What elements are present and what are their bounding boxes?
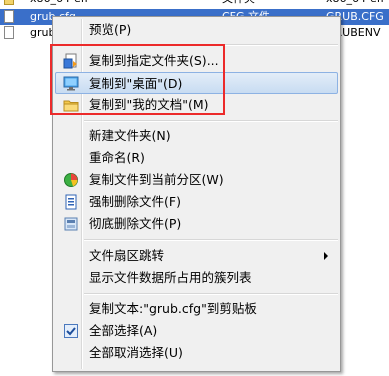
file-name: x86_64-efi bbox=[30, 0, 88, 7]
menu-separator bbox=[84, 239, 338, 241]
menu-item-rename[interactable]: 重命名(R) bbox=[55, 147, 338, 169]
menu-item-label: 重命名(R) bbox=[89, 150, 145, 165]
file-short-name: x86_64-efi bbox=[326, 0, 384, 7]
menu-item-sector-jump[interactable]: 文件扇区跳转 bbox=[55, 245, 338, 267]
menu-item-select-all[interactable]: 全部选择(A) bbox=[55, 320, 338, 342]
menu-separator bbox=[84, 120, 338, 122]
menu-item-deselect-all[interactable]: 全部取消选择(U) bbox=[55, 342, 338, 364]
submenu-arrow-icon bbox=[324, 252, 328, 260]
checkbox-icon bbox=[63, 323, 79, 339]
menu-item-label: 显示文件数据所占用的簇列表 bbox=[89, 270, 252, 285]
menu-item-label: 复制文本:"grub.cfg"到剪贴板 bbox=[89, 301, 257, 316]
file-row-x86_64-efi[interactable]: x86_64-efi 文件夹 x86_64-efi bbox=[0, 0, 389, 7]
wipe-delete-icon bbox=[63, 216, 79, 232]
menu-item-label: 彻底删除文件(P) bbox=[89, 216, 182, 231]
menu-item-label: 预览(P) bbox=[89, 22, 132, 37]
menu-item-label: 全部取消选择(U) bbox=[89, 345, 183, 360]
menu-item-wipe-delete[interactable]: 彻底删除文件(P) bbox=[55, 213, 338, 235]
menu-item-copy-text[interactable]: 复制文本:"grub.cfg"到剪贴板 bbox=[55, 298, 338, 320]
menu-item-preview[interactable]: 预览(P) bbox=[55, 19, 338, 41]
menu-item-label: 全部选择(A) bbox=[89, 323, 158, 338]
menu-item-show-cluster-list[interactable]: 显示文件数据所占用的簇列表 bbox=[55, 267, 338, 289]
menu-item-label: 文件扇区跳转 bbox=[89, 248, 165, 263]
menu-item-new-folder[interactable]: 新建文件夹(N) bbox=[55, 125, 338, 147]
menu-separator bbox=[84, 293, 338, 295]
highlight-box bbox=[50, 44, 225, 115]
folder-icon bbox=[4, 0, 14, 5]
force-delete-icon bbox=[63, 194, 79, 210]
menu-item-label: 复制文件到当前分区(W) bbox=[89, 172, 224, 187]
menu-item-force-delete[interactable]: 强制删除文件(F) bbox=[55, 191, 338, 213]
file-type: 文件夹 bbox=[222, 0, 255, 7]
menu-item-label: 新建文件夹(N) bbox=[89, 128, 171, 143]
file-icon bbox=[4, 26, 14, 39]
menu-item-copy-to-partition[interactable]: 复制文件到当前分区(W) bbox=[55, 169, 338, 191]
file-icon bbox=[4, 10, 14, 23]
partition-icon bbox=[63, 172, 79, 188]
menu-item-label: 强制删除文件(F) bbox=[89, 194, 181, 209]
